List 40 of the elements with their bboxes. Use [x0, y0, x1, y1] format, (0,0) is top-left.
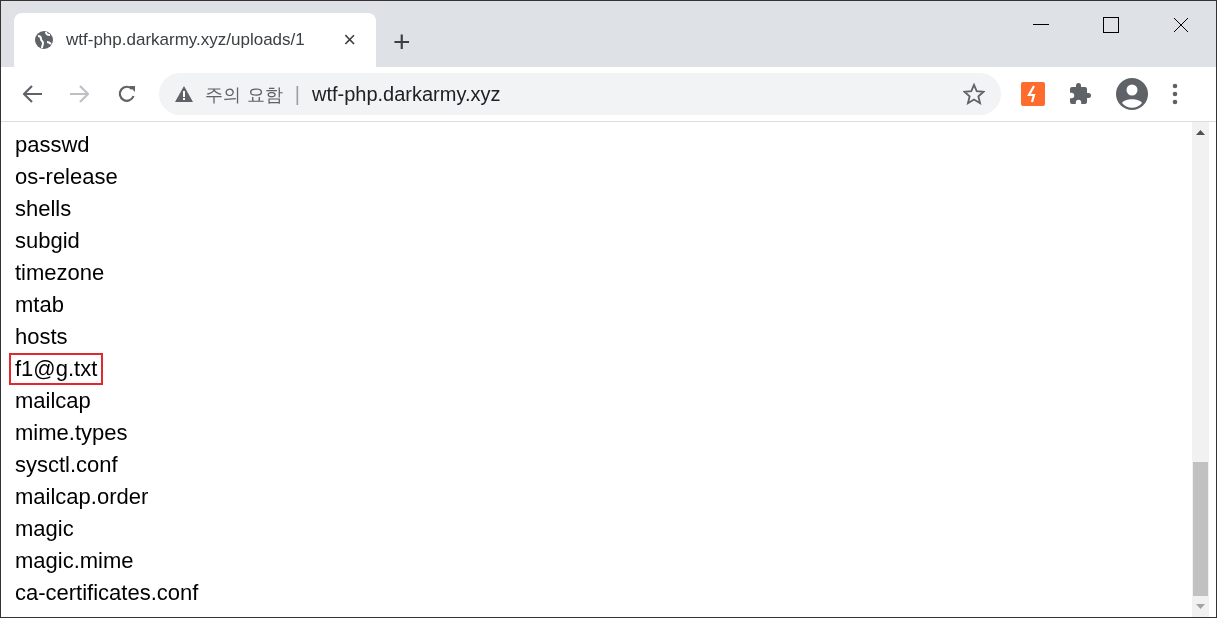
back-arrow-icon: [23, 85, 43, 103]
file-name: shells: [14, 195, 73, 223]
security-label: 주의 요함: [205, 82, 283, 107]
file-name: passwd: [14, 131, 91, 159]
close-tab-button[interactable]: ×: [343, 29, 356, 51]
puzzle-icon[interactable]: [1068, 82, 1092, 106]
file-name: magic.mime: [14, 547, 135, 575]
file-name: magic: [14, 515, 75, 543]
file-name: subgid: [14, 227, 81, 255]
file-name: os-release: [14, 163, 119, 191]
menu-icon[interactable]: [1172, 83, 1178, 105]
file-name: ca-certificates.conf: [14, 579, 200, 607]
file-name: hosts: [14, 323, 69, 351]
file-name: mtab: [14, 291, 65, 319]
scrollbar[interactable]: [1192, 122, 1209, 617]
star-icon[interactable]: [963, 83, 985, 105]
new-tab-button[interactable]: +: [393, 27, 411, 57]
minimize-icon: [1033, 24, 1049, 26]
scroll-down-icon[interactable]: [1196, 604, 1205, 609]
scroll-up-icon[interactable]: [1196, 130, 1205, 135]
warning-icon: [175, 86, 193, 102]
file-name: mailcap: [14, 387, 92, 415]
maximize-icon: [1103, 17, 1119, 33]
file-name: sysctl.conf: [14, 451, 119, 479]
file-name: mime.types: [14, 419, 129, 447]
file-name: mailcap.order: [14, 483, 150, 511]
reload-icon: [117, 84, 137, 104]
file-name: timezone: [14, 259, 106, 287]
browser-tab[interactable]: wtf-php.darkarmy.xyz/uploads/1 ×: [14, 13, 376, 67]
globe-icon: [34, 30, 54, 50]
extension-icon[interactable]: [1021, 82, 1045, 106]
profile-icon[interactable]: [1115, 77, 1149, 111]
file-name: f1@g.txt: [9, 353, 104, 385]
address-bar[interactable]: 주의 요함 | wtf-php.darkarmy.xyz: [159, 73, 1001, 115]
scroll-thumb[interactable]: [1193, 462, 1208, 596]
separator: |: [294, 82, 300, 107]
tab-title: wtf-php.darkarmy.xyz/uploads/1: [66, 29, 306, 52]
forward-arrow-icon: [69, 85, 89, 103]
url-text: wtf-php.darkarmy.xyz: [311, 82, 502, 107]
close-icon: [1173, 17, 1189, 33]
